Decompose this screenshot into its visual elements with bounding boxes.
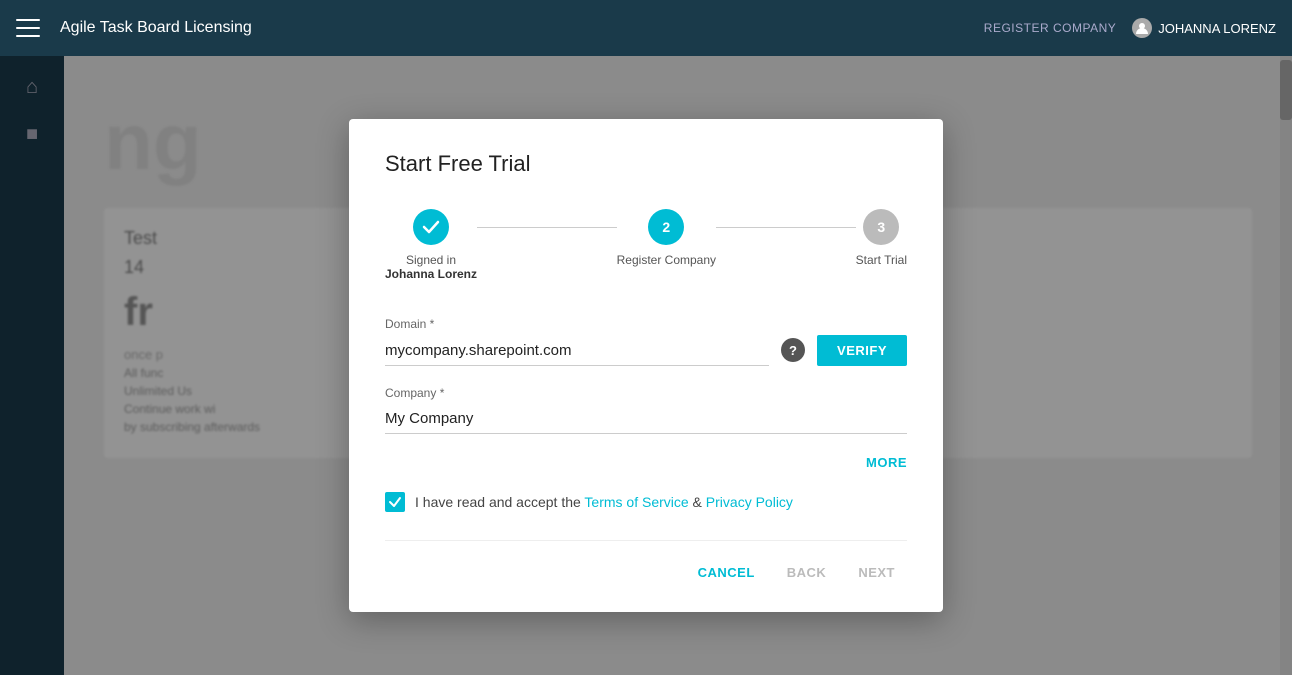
step-3-label: Start Trial <box>856 253 907 267</box>
step-line-2 <box>716 227 856 228</box>
domain-field-row: ? VERIFY <box>385 335 907 366</box>
domain-label: Domain * <box>385 317 907 331</box>
steps-indicator: Signed inJohanna Lorenz 2 Register Compa… <box>385 209 907 281</box>
domain-field-group: Domain * ? VERIFY <box>385 317 907 366</box>
verify-button[interactable]: VERIFY <box>817 335 907 366</box>
privacy-policy-link[interactable]: Privacy Policy <box>706 494 793 510</box>
step-line-1 <box>477 227 617 228</box>
terms-checkbox-row: I have read and accept the Terms of Serv… <box>385 492 907 512</box>
company-field-group: Company * <box>385 386 907 434</box>
next-button[interactable]: NEXT <box>846 557 907 588</box>
company-label: Company * <box>385 386 907 400</box>
more-link-container: MORE <box>385 454 907 472</box>
register-company-link[interactable]: REGISTER COMPANY <box>984 21 1116 35</box>
top-navigation: Agile Task Board Licensing REGISTER COMP… <box>0 0 1292 56</box>
step-2-label: Register Company <box>617 253 716 267</box>
step-register-company: 2 Register Company <box>617 209 716 267</box>
modal-title: Start Free Trial <box>385 151 907 177</box>
back-button[interactable]: BACK <box>775 557 839 588</box>
step-1-circle <box>413 209 449 245</box>
step-2-circle: 2 <box>648 209 684 245</box>
user-name: JOHANNA LORENZ <box>1158 21 1276 36</box>
user-avatar-icon <box>1132 18 1152 38</box>
hamburger-menu[interactable] <box>16 19 40 37</box>
modal-overlay: Start Free Trial Signed inJohanna Lorenz… <box>0 56 1292 675</box>
domain-help-icon[interactable]: ? <box>781 338 805 362</box>
step-3-circle: 3 <box>863 209 899 245</box>
app-title: Agile Task Board Licensing <box>60 19 984 37</box>
terms-of-service-link[interactable]: Terms of Service <box>584 494 688 510</box>
terms-text: I have read and accept the Terms of Serv… <box>415 494 793 510</box>
start-trial-modal: Start Free Trial Signed inJohanna Lorenz… <box>349 119 943 612</box>
step-start-trial: 3 Start Trial <box>856 209 907 267</box>
step-1-label: Signed inJohanna Lorenz <box>385 253 477 281</box>
cancel-button[interactable]: CANCEL <box>686 557 767 588</box>
more-link[interactable]: MORE <box>866 455 907 470</box>
modal-footer: CANCEL BACK NEXT <box>385 540 907 588</box>
step-signed-in: Signed inJohanna Lorenz <box>385 209 477 281</box>
company-input[interactable] <box>385 404 907 434</box>
nav-right: REGISTER COMPANY JOHANNA LORENZ <box>984 18 1276 38</box>
terms-checkbox[interactable] <box>385 492 405 512</box>
user-menu[interactable]: JOHANNA LORENZ <box>1132 18 1276 38</box>
domain-input[interactable] <box>385 336 769 366</box>
